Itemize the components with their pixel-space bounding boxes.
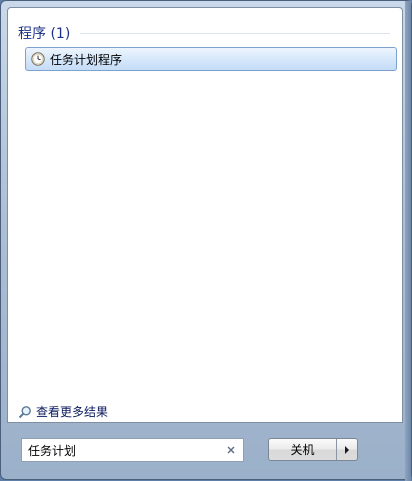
start-menu: 程序 (1) 任务计划程序 查看更多结果 任务计划 关机 bbox=[0, 0, 412, 481]
close-icon[interactable] bbox=[226, 445, 236, 455]
shutdown-options-button[interactable] bbox=[337, 439, 357, 460]
result-item-task-scheduler[interactable]: 任务计划程序 bbox=[25, 47, 397, 71]
result-item-label: 任务计划程序 bbox=[50, 52, 123, 67]
group-divider bbox=[80, 33, 390, 34]
clock-icon bbox=[31, 52, 45, 66]
group-header-label: 程序 (1) bbox=[18, 26, 71, 42]
results-group-header: 程序 (1) bbox=[18, 23, 390, 43]
shutdown-button[interactable]: 关机 bbox=[269, 439, 337, 460]
see-more-results-link[interactable]: 查看更多结果 bbox=[18, 403, 108, 420]
shutdown-control: 关机 bbox=[268, 438, 358, 461]
chevron-right-icon bbox=[345, 445, 349, 454]
desktop-edge bbox=[405, 1, 411, 481]
search-results-pane: 程序 (1) 任务计划程序 查看更多结果 bbox=[7, 7, 403, 423]
search-input[interactable]: 任务计划 bbox=[21, 438, 244, 462]
search-icon bbox=[18, 405, 31, 418]
search-input-value: 任务计划 bbox=[28, 443, 77, 458]
see-more-results-label: 查看更多结果 bbox=[36, 405, 109, 419]
